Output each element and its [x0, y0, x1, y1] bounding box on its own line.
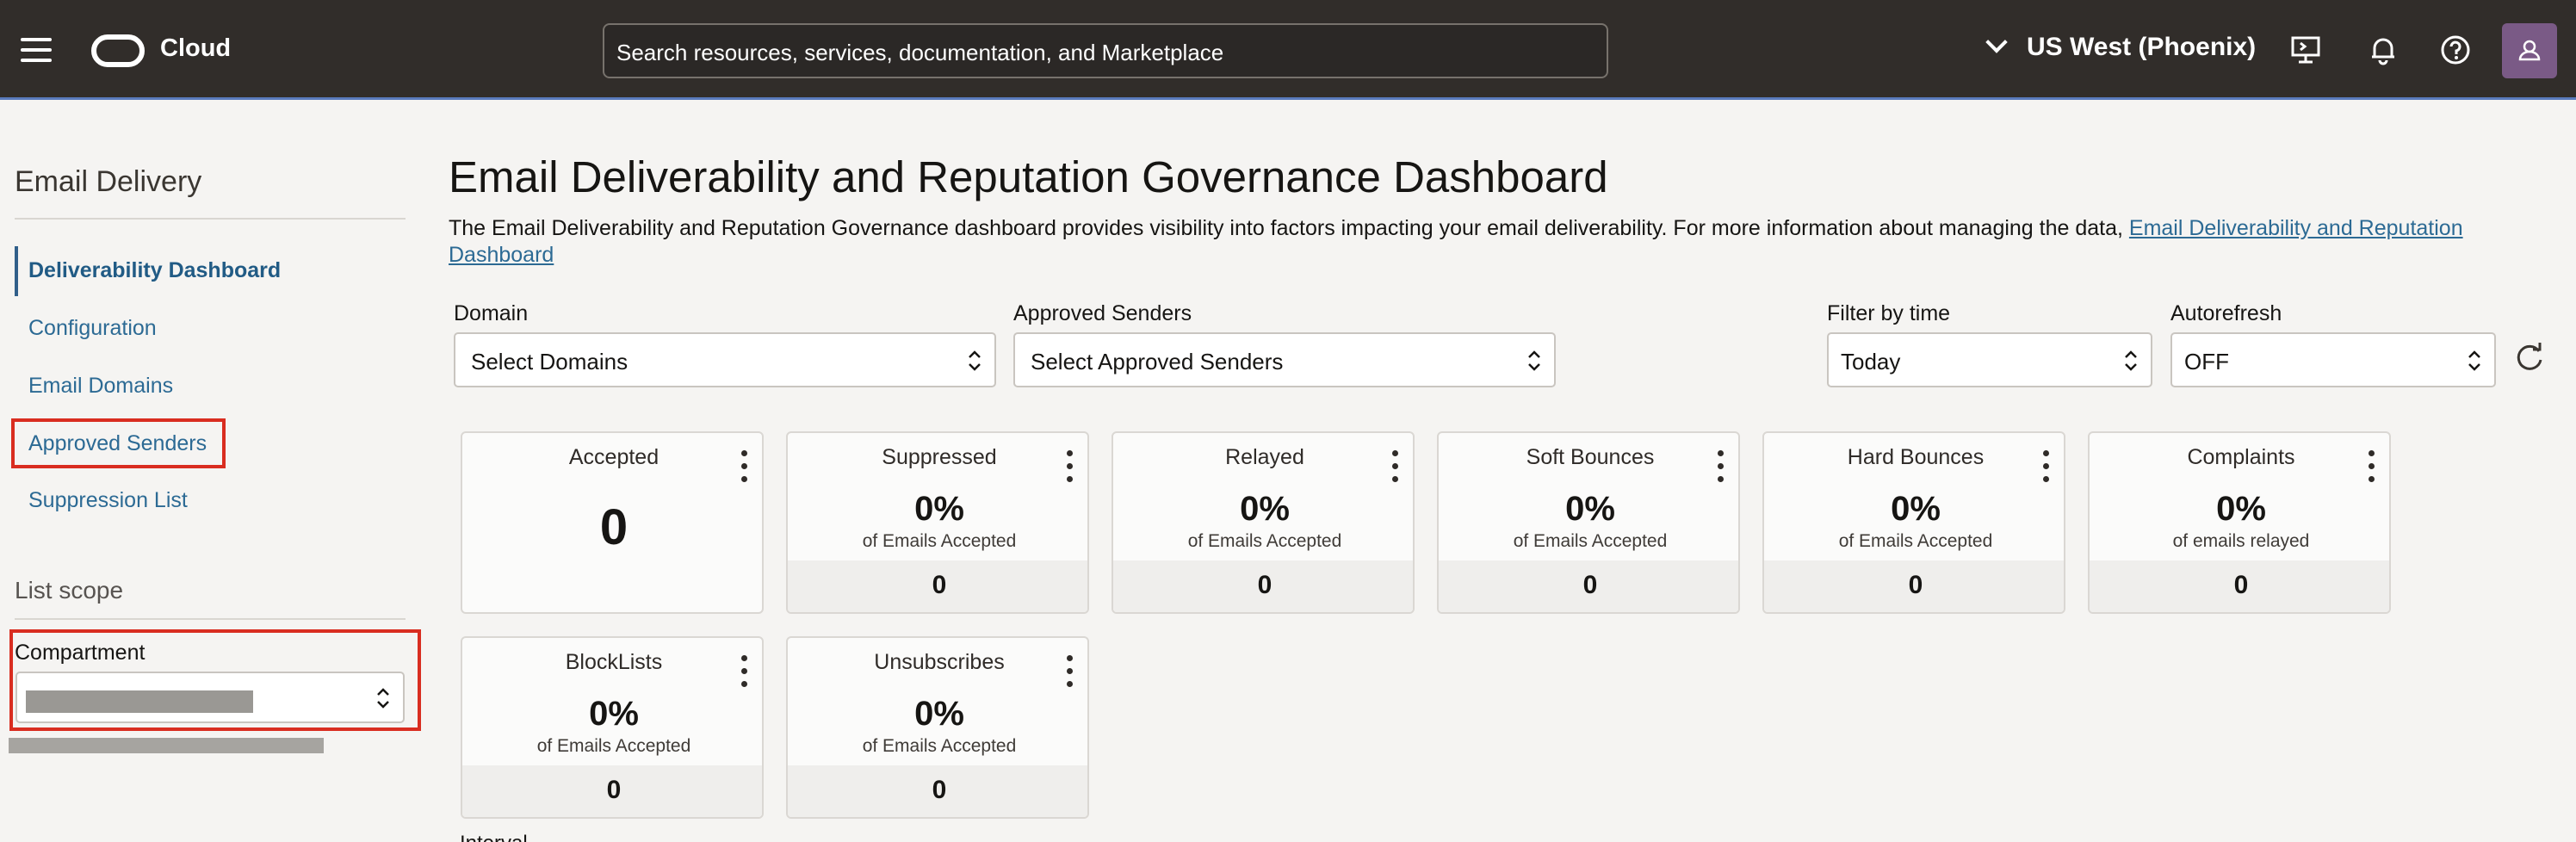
domain-select-value: Select Domains — [471, 349, 629, 375]
bell-icon[interactable] — [2366, 33, 2400, 67]
card-title: BlockLists — [565, 650, 663, 674]
updown-chevron-icon — [969, 350, 981, 371]
card-count: 0 — [2090, 560, 2389, 612]
card-subtitle: of Emails Accepted — [1513, 531, 1668, 551]
sidebar-item-deliverability-dashboard[interactable]: Deliverability Dashboard — [28, 258, 281, 283]
oracle-logo-icon[interactable] — [91, 34, 145, 67]
help-icon[interactable] — [2438, 33, 2473, 67]
brand-name[interactable]: Cloud — [160, 34, 231, 63]
updown-chevron-icon — [2468, 350, 2480, 371]
approved-senders-select-value: Select Approved Senders — [1031, 349, 1284, 375]
filter-by-time-value: Today — [1841, 349, 1901, 375]
sidebar-item-suppression-list[interactable]: Suppression List — [28, 488, 188, 513]
description-text: The Email Deliverability and Reputation … — [449, 216, 2129, 240]
card-percent: 0% — [2216, 490, 2266, 528]
card-percent: 0% — [1565, 490, 1615, 528]
card-percent: 0% — [1891, 490, 1941, 528]
card-title: Suppressed — [882, 445, 997, 469]
highlight-box-compartment — [9, 629, 421, 731]
interval-label: Interval — [460, 832, 528, 842]
metric-card-complaints: Complaints 0% of emails relayed 0 — [2088, 431, 2391, 614]
sidebar-item-email-domains[interactable]: Email Domains — [28, 374, 173, 399]
card-subtitle: of emails relayed — [2172, 531, 2310, 551]
metric-card-hard-bounces: Hard Bounces 0% of Emails Accepted 0 — [1762, 431, 2065, 614]
card-subtitle: of Emails Accepted — [1187, 531, 1342, 551]
filter-by-time-select[interactable]: Today — [1827, 332, 2152, 387]
cloud-shell-icon[interactable] — [2288, 33, 2323, 67]
card-percent: 0% — [589, 695, 639, 733]
chevron-down-icon — [1985, 31, 2008, 53]
region-label: US West (Phoenix) — [2027, 33, 2257, 61]
top-bar: Cloud Search resources, services, docume… — [0, 0, 2576, 100]
refresh-icon[interactable] — [2512, 341, 2547, 375]
card-title: Hard Bounces — [1847, 445, 1985, 469]
autorefresh-label: Autorefresh — [2170, 301, 2282, 325]
card-subtitle: of Emails Accepted — [536, 736, 691, 756]
approved-senders-label: Approved Senders — [1013, 301, 1192, 325]
page-title: Email Deliverability and Reputation Gove… — [449, 152, 1608, 201]
sidebar-divider — [15, 218, 406, 220]
card-title: Relayed — [1225, 445, 1304, 469]
user-avatar[interactable] — [2502, 23, 2557, 78]
list-scope-title: List scope — [15, 577, 124, 604]
sidebar-title: Email Delivery — [15, 165, 202, 198]
kebab-menu-icon[interactable] — [1065, 450, 1074, 485]
card-percent: 0% — [1240, 490, 1290, 528]
card-count: 0 — [788, 765, 1087, 817]
metric-card-accepted: Accepted 0 — [461, 431, 764, 614]
card-count: 0 — [1113, 560, 1413, 612]
filter-by-time-label: Filter by time — [1827, 301, 1951, 325]
updown-chevron-icon — [2125, 350, 2137, 371]
card-title: Soft Bounces — [1526, 445, 1655, 469]
search-input[interactable]: Search resources, services, documentatio… — [603, 23, 1608, 78]
kebab-menu-icon[interactable] — [1390, 450, 1399, 485]
card-count: 0 — [462, 765, 762, 817]
redacted-compartment-path — [9, 738, 324, 753]
card-percent: 0% — [914, 490, 964, 528]
highlight-box-approved-senders — [11, 418, 226, 468]
kebab-menu-icon[interactable] — [740, 450, 748, 485]
kebab-menu-icon[interactable] — [2041, 450, 2050, 485]
card-title: Accepted — [568, 445, 659, 469]
card-title: Complaints — [2187, 445, 2295, 469]
domain-label: Domain — [454, 301, 529, 325]
hamburger-menu-icon[interactable] — [21, 38, 53, 64]
domain-select[interactable]: Select Domains — [454, 332, 996, 387]
autorefresh-value: OFF — [2184, 349, 2229, 375]
card-subtitle: of Emails Accepted — [862, 531, 1017, 551]
kebab-menu-icon[interactable] — [1716, 450, 1725, 485]
page-description: The Email Deliverability and Reputation … — [449, 215, 2515, 269]
metric-card-unsubscribes: Unsubscribes 0% of Emails Accepted 0 — [786, 636, 1089, 819]
user-icon — [2518, 40, 2541, 61]
card-subtitle: of Emails Accepted — [862, 736, 1017, 756]
card-value: 0 — [599, 499, 629, 555]
card-count: 0 — [788, 560, 1087, 612]
card-subtitle: of Emails Accepted — [1838, 531, 1993, 551]
updown-chevron-icon — [1528, 350, 1540, 371]
scope-divider — [15, 618, 406, 620]
sidebar-item-configuration[interactable]: Configuration — [28, 316, 157, 341]
metric-card-relayed: Relayed 0% of Emails Accepted 0 — [1112, 431, 1415, 614]
metric-card-blocklists: BlockLists 0% of Emails Accepted 0 — [461, 636, 764, 819]
approved-senders-select[interactable]: Select Approved Senders — [1013, 332, 1556, 387]
autorefresh-select[interactable]: OFF — [2170, 332, 2496, 387]
metric-card-suppressed: Suppressed 0% of Emails Accepted 0 — [786, 431, 1089, 614]
kebab-menu-icon[interactable] — [740, 655, 748, 690]
metric-card-soft-bounces: Soft Bounces 0% of Emails Accepted 0 — [1437, 431, 1740, 614]
card-count: 0 — [1439, 560, 1738, 612]
region-selector[interactable]: US West (Phoenix) — [1985, 31, 2257, 62]
card-title: Unsubscribes — [874, 650, 1005, 674]
card-percent: 0% — [914, 695, 964, 733]
card-count: 0 — [1764, 560, 2064, 612]
active-nav-indicator — [15, 246, 18, 296]
kebab-menu-icon[interactable] — [1065, 655, 1074, 690]
kebab-menu-icon[interactable] — [2367, 450, 2375, 485]
